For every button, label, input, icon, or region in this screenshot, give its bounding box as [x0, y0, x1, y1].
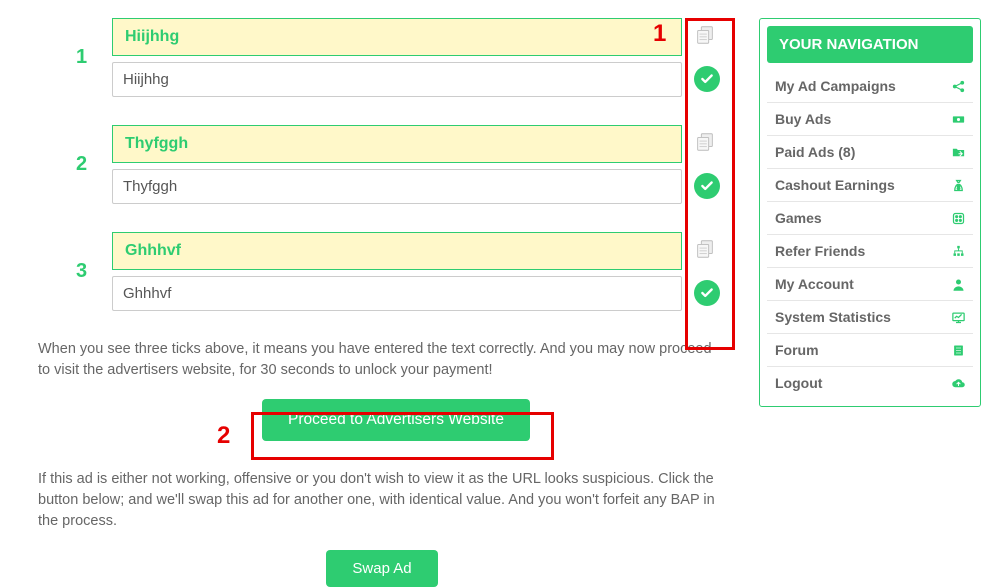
nav-label: Buy Ads — [775, 111, 831, 127]
nav-item-buy-ads[interactable]: Buy Ads — [767, 102, 973, 135]
nav-label: Logout — [775, 375, 822, 391]
money-icon — [949, 112, 967, 127]
nav-label: System Statistics — [775, 309, 891, 325]
copy-icon[interactable] — [694, 24, 716, 49]
captcha-entry-3: 3 Ghhhvf — [38, 232, 738, 311]
nav-header: YOUR NAVIGATION — [767, 26, 973, 63]
nav-label: Paid Ads (8) — [775, 144, 855, 160]
main-content: 1 Hiijhhg 2 Thyfggh 3 — [38, 18, 738, 587]
nav-item-paid-ads[interactable]: Paid Ads (8) — [767, 135, 973, 168]
entry-header: Thyfggh — [112, 125, 682, 163]
copy-icon[interactable] — [694, 238, 716, 263]
swap-instructions: If this ad is either not working, offens… — [38, 469, 726, 532]
nav-label: Refer Friends — [775, 243, 865, 259]
nav-item-stats[interactable]: System Statistics — [767, 300, 973, 333]
entry-header: Hiijhhg — [112, 18, 682, 56]
dice-icon — [949, 211, 967, 226]
sidebar-nav: YOUR NAVIGATION My Ad Campaigns Buy Ads … — [759, 18, 981, 407]
bag-icon: $ — [949, 178, 967, 193]
nav-item-cashout[interactable]: Cashout Earnings $ — [767, 168, 973, 201]
nav-label: Forum — [775, 342, 819, 358]
book-icon — [949, 343, 967, 358]
entry-number: 3 — [76, 260, 87, 283]
proceed-instructions: When you see three ticks above, it means… — [38, 339, 726, 381]
nav-title: YOUR NAVIGATION — [779, 36, 918, 53]
check-icon — [694, 66, 720, 92]
cloud-up-icon — [949, 376, 967, 391]
captcha-entry-1: 1 Hiijhhg — [38, 18, 738, 97]
nav-item-forum[interactable]: Forum — [767, 333, 973, 366]
nav-item-games[interactable]: Games — [767, 201, 973, 234]
folder-icon — [949, 145, 967, 160]
svg-text:$: $ — [957, 185, 960, 191]
nav-item-logout[interactable]: Logout — [767, 366, 973, 399]
check-icon — [694, 173, 720, 199]
entry-input-1[interactable] — [112, 62, 682, 97]
entry-number: 2 — [76, 153, 87, 176]
nav-label: My Account — [775, 276, 854, 292]
nav-item-campaigns[interactable]: My Ad Campaigns — [767, 70, 973, 102]
check-icon — [694, 280, 720, 306]
nav-label: Cashout Earnings — [775, 177, 895, 193]
entry-header: Ghhhvf — [112, 232, 682, 270]
tree-icon — [949, 244, 967, 259]
entry-number: 1 — [76, 46, 87, 69]
nav-label: Games — [775, 210, 822, 226]
nav-label: My Ad Campaigns — [775, 78, 896, 94]
chart-icon — [949, 310, 967, 325]
swap-ad-button[interactable]: Swap Ad — [326, 550, 437, 587]
user-icon — [949, 277, 967, 292]
captcha-entry-2: 2 Thyfggh — [38, 125, 738, 204]
share-icon — [949, 79, 967, 94]
proceed-button[interactable]: Proceed to Advertisers Website — [262, 399, 530, 441]
nav-item-account[interactable]: My Account — [767, 267, 973, 300]
nav-item-refer[interactable]: Refer Friends — [767, 234, 973, 267]
entry-input-2[interactable] — [112, 169, 682, 204]
copy-icon[interactable] — [694, 131, 716, 156]
entry-input-3[interactable] — [112, 276, 682, 311]
